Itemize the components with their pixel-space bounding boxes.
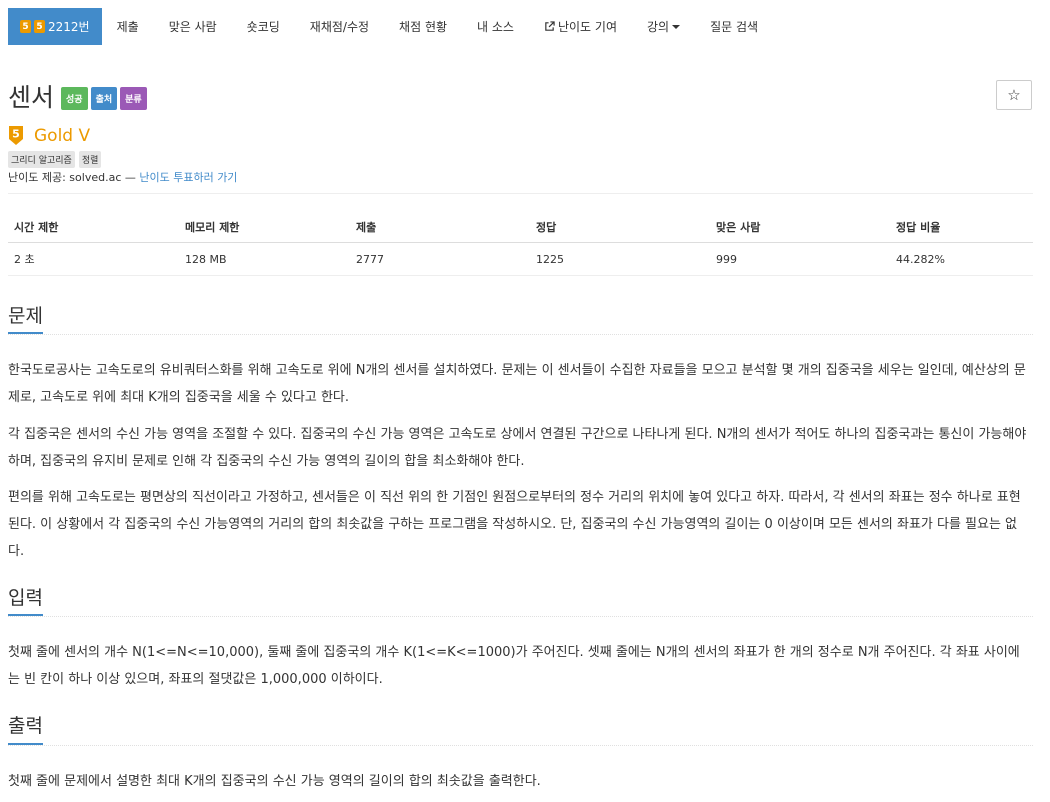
tab-label: 질문 검색	[710, 20, 759, 34]
problem-info-table: 시간 제한 메모리 제한 제출 정답 맞은 사람 정답 비율 2 초 128 M…	[8, 212, 1033, 276]
tab-problem-label: 2212번	[48, 20, 90, 34]
cell-memory-limit: 128 MB	[179, 242, 350, 276]
header-submissions: 제출	[350, 212, 530, 243]
tab-label: 채점 현황	[399, 20, 448, 34]
tier-row: 5 Gold V	[8, 125, 90, 146]
external-link-icon	[545, 21, 555, 31]
tier-name: Gold V	[34, 125, 91, 146]
label-category[interactable]: 분류	[120, 86, 147, 110]
difficulty-provider-text: 난이도 제공: solved.ac —	[8, 171, 140, 184]
tab-question-search[interactable]: 질문 검색	[695, 8, 773, 45]
label-success[interactable]: 성공	[61, 86, 88, 110]
section-rule	[8, 745, 1033, 746]
tab-short-coding[interactable]: 숏코딩	[232, 8, 295, 45]
tab-difficulty-contribute[interactable]: 난이도 기여	[529, 8, 632, 45]
table-header-row: 시간 제한 메모리 제한 제출 정답 맞은 사람 정답 비율	[8, 212, 1033, 243]
tab-rejudge[interactable]: 재채점/수정	[295, 8, 384, 45]
section-title-problem: 문제	[8, 305, 43, 327]
problem-paragraph: 한국도로공사는 고속도로의 유비쿼터스화를 위해 고속도로 위에 N개의 센서를…	[8, 363, 1026, 405]
favorite-star-button[interactable]: ☆	[996, 80, 1032, 110]
algorithm-tags: 그리디 알고리즘 정렬	[8, 151, 105, 168]
header-solved-users: 맞은 사람	[710, 212, 890, 243]
output-paragraph: 첫째 줄에 문제에서 설명한 최대 K개의 집중국의 수신 가능 영역의 길이의…	[8, 774, 541, 789]
section-rule	[8, 334, 1033, 335]
cell-solved-users: 999	[710, 242, 890, 276]
cell-submissions: 2777	[350, 242, 530, 276]
tab-label: 강의	[646, 20, 670, 34]
tier-badge-icon: 5	[34, 20, 45, 33]
tab-label: 맞은 사람	[168, 20, 217, 34]
tier-badge-icon: 5	[20, 20, 31, 33]
problem-title: 센서	[8, 83, 55, 112]
caret-down-icon	[672, 24, 681, 29]
label-source[interactable]: 출처	[90, 86, 118, 110]
header-time-limit: 시간 제한	[8, 212, 179, 243]
input-paragraph: 첫째 줄에 센서의 개수 N(1<=N<=10,000), 둘째 줄에 집중국의…	[8, 645, 1020, 687]
tab-label: 숏코딩	[246, 20, 280, 34]
vote-difficulty-link[interactable]: 난이도 투표하러 가기	[139, 171, 237, 184]
tab-label: 재채점/수정	[309, 20, 370, 34]
header-ratio: 정답 비율	[890, 212, 1033, 243]
star-icon: ☆	[1007, 86, 1021, 104]
title-row: 센서 성공 출처 분류	[8, 78, 150, 114]
difficulty-info: 난이도 제공: solved.ac — 난이도 투표하러 가기	[8, 169, 237, 185]
problem-paragraph: 편의를 위해 고속도로는 평면상의 직선이라고 가정하고, 센서들은 이 직선 …	[8, 490, 1021, 559]
header-accepted: 정답	[530, 212, 710, 243]
tab-lecture-dropdown[interactable]: 강의	[632, 8, 695, 45]
section-title-input: 입력	[8, 587, 43, 609]
cell-time-limit: 2 초	[8, 242, 179, 276]
header-memory-limit: 메모리 제한	[179, 212, 350, 243]
cell-ratio: 44.282%	[890, 242, 1033, 276]
tab-my-source[interactable]: 내 소스	[462, 8, 529, 45]
tier-shield-icon: 5	[9, 126, 23, 145]
tab-status[interactable]: 채점 현황	[384, 8, 462, 45]
problem-page: 5 5 2212번 제출 맞은 사람 숏코딩 재채점/수정 채점 현황 내 소스…	[0, 0, 1050, 802]
tab-submit[interactable]: 제출	[102, 8, 154, 45]
problem-menu: 5 5 2212번 제출 맞은 사람 숏코딩 재채점/수정 채점 현황 내 소스…	[8, 8, 773, 45]
tab-accepted-users[interactable]: 맞은 사람	[154, 8, 232, 45]
tier-number: 5	[12, 128, 20, 141]
section-rule	[8, 616, 1033, 617]
divider	[8, 193, 1033, 194]
table-row: 2 초 128 MB 2777 1225 999 44.282%	[8, 242, 1033, 276]
section-title-output: 출력	[8, 715, 43, 737]
tab-problem[interactable]: 5 5 2212번	[8, 8, 102, 45]
cell-accepted: 1225	[530, 242, 710, 276]
tag-greedy[interactable]: 그리디 알고리즘	[8, 151, 75, 168]
tab-label: 내 소스	[477, 20, 514, 34]
tab-label: 난이도 기여	[557, 20, 617, 34]
tag-sorting[interactable]: 정렬	[78, 151, 102, 168]
problem-paragraph: 각 집중국은 센서의 수신 가능 영역을 조절할 수 있다. 집중국의 수신 가…	[8, 427, 1027, 469]
tab-label: 제출	[116, 20, 139, 34]
